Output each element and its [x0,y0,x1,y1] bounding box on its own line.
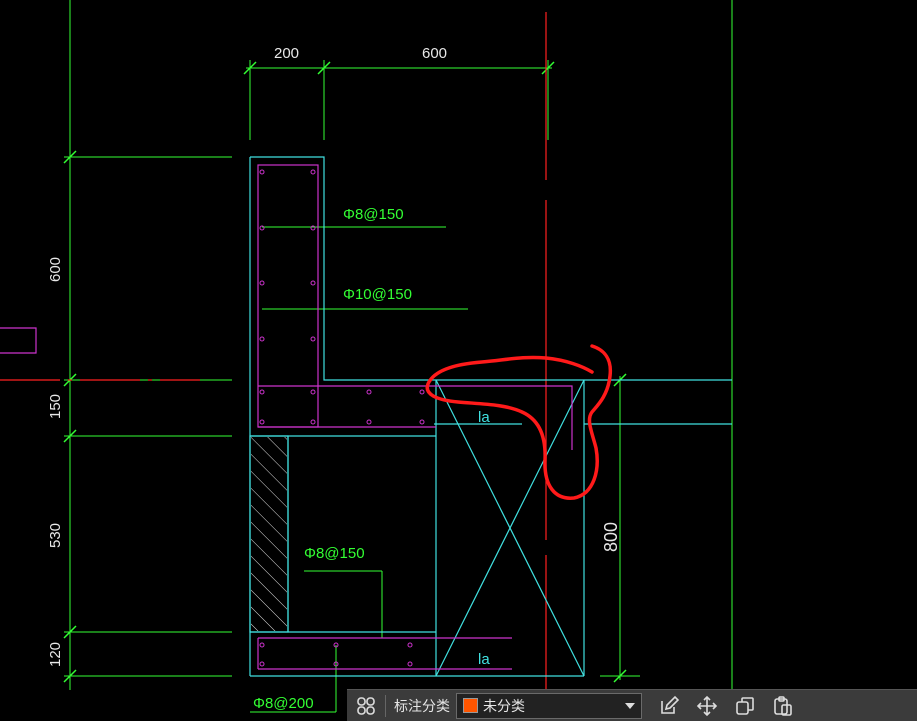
anchorage-label-lower: la [478,651,490,668]
paste-icon[interactable] [770,693,796,719]
drawing-canvas[interactable]: 200 600 600 150 530 120 800 Φ8@150 Φ10@1… [0,0,917,721]
dimension-left-530: 530 [47,523,64,548]
fragment-shape [0,327,37,354]
rebar-label-4: Φ8@200 [253,695,314,712]
move-icon[interactable] [694,693,720,719]
hatched-wall [251,437,287,631]
rebar-label-1: Φ8@150 [343,206,404,223]
category-dropdown[interactable]: 未分类 [456,692,642,719]
concrete-outline [249,156,732,677]
dimension-right-800: 800 [601,522,621,552]
category-label: 标注分类 [394,698,450,715]
dimension-left-120: 120 [47,642,64,667]
dimension-left-600: 600 [47,257,64,282]
anchorage-label-upper: la [478,409,490,426]
rebar-lines [257,164,573,670]
category-color-swatch [463,698,478,713]
edit-icon[interactable] [656,693,682,719]
chevron-down-icon [625,702,635,709]
rebar-label-2: Φ10@150 [343,286,412,303]
grid-icon[interactable] [353,693,379,719]
copy-icon[interactable] [732,693,758,719]
dimension-lines [63,0,733,713]
markup-loop [425,344,613,500]
category-value: 未分类 [483,698,525,715]
dimension-top-200: 200 [274,45,299,62]
dimension-top-600: 600 [422,45,447,62]
annotation-toolbar: 标注分类 未分类 [347,689,917,721]
toolbar-divider [385,694,386,717]
dimension-left-150: 150 [47,394,64,419]
rebar-label-3: Φ8@150 [304,545,365,562]
